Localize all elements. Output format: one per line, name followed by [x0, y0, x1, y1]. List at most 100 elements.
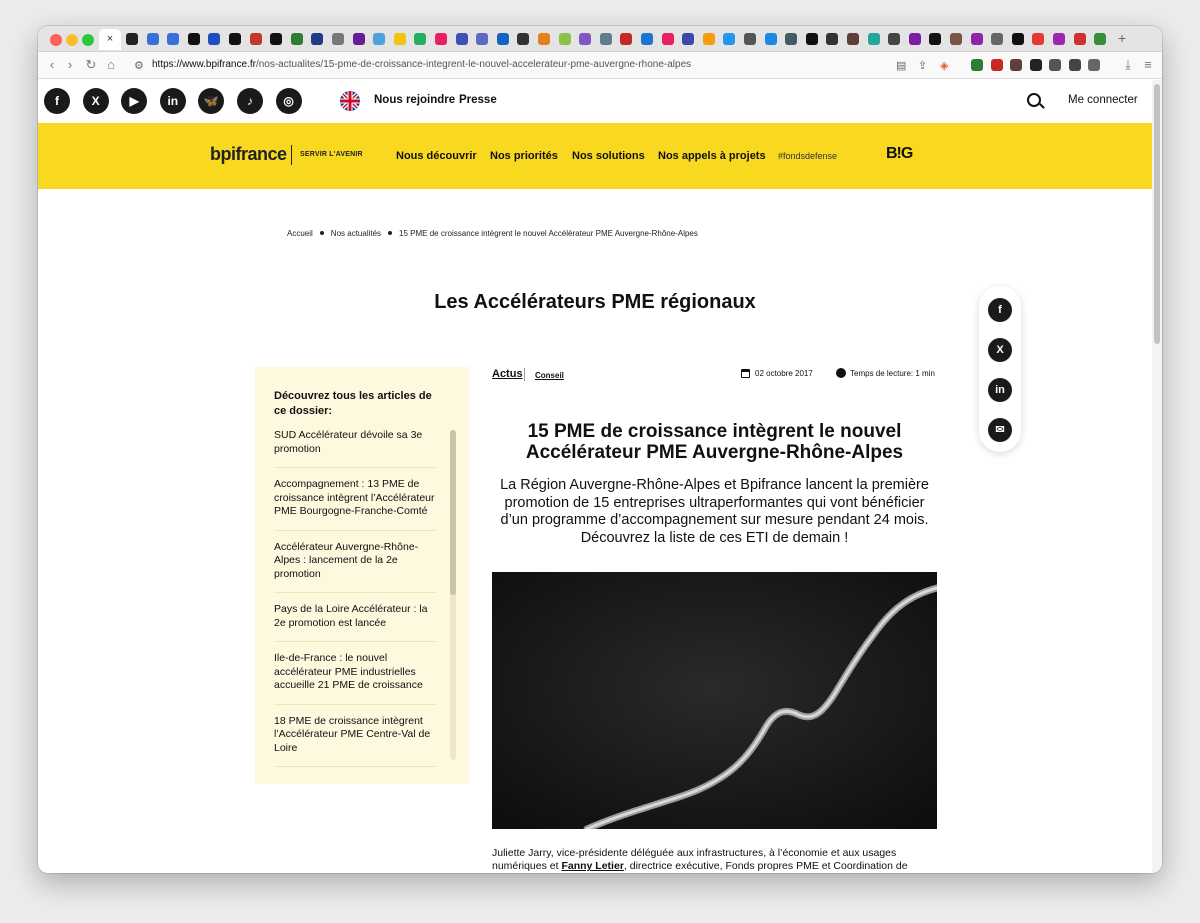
window-maximize-button[interactable]: [82, 34, 94, 46]
extension-icon[interactable]: [1010, 59, 1022, 71]
pinned-tab-favicon[interactable]: [805, 33, 818, 45]
new-tab-button[interactable]: +: [1118, 30, 1126, 46]
pinned-tab-favicon[interactable]: [126, 33, 138, 45]
forward-icon[interactable]: ›: [62, 57, 78, 73]
pinned-tab-favicon[interactable]: [970, 33, 983, 45]
pinned-tab-favicon[interactable]: [1053, 33, 1065, 45]
pinned-tab-favicon[interactable]: [991, 33, 1004, 45]
nav-nous-decouvrir[interactable]: Nous découvrir: [396, 150, 477, 162]
pinned-tab-favicon[interactable]: [187, 33, 200, 45]
linkedin-icon[interactable]: in: [159, 88, 186, 114]
pinned-tab-favicon[interactable]: [393, 33, 406, 45]
url-text[interactable]: https://www.bpifrance.fr/nos-actualites/…: [152, 59, 691, 70]
pinned-tab-favicon[interactable]: [867, 33, 880, 45]
sidebar-article-link[interactable]: Ile-de-France : le nouvel accélérateur P…: [274, 652, 436, 705]
nav-nos-priorites[interactable]: Nos priorités: [490, 150, 558, 162]
pinned-tab-favicon[interactable]: [661, 33, 674, 45]
window-close-button[interactable]: [50, 34, 62, 46]
pinned-tab-favicon[interactable]: [538, 33, 550, 45]
brave-shield-icon[interactable]: ◈: [940, 59, 948, 72]
home-icon[interactable]: ⌂: [103, 57, 119, 73]
pinned-tab-favicon[interactable]: [558, 33, 571, 45]
share-linkedin-icon[interactable]: in: [988, 378, 1012, 402]
share-icon[interactable]: ⇪: [918, 59, 927, 72]
pinned-tab-favicon[interactable]: [476, 33, 489, 45]
pinned-tab-favicon[interactable]: [332, 33, 344, 45]
pinned-tab-favicon[interactable]: [785, 33, 798, 45]
pinned-tab-favicon[interactable]: [950, 33, 962, 45]
pinned-tab-favicon[interactable]: [352, 33, 365, 45]
tag-link[interactable]: Conseil: [535, 371, 564, 380]
pinned-tab-favicon[interactable]: [208, 33, 221, 45]
x-icon[interactable]: X: [82, 88, 109, 114]
nav-appels-a-projets[interactable]: Nos appels à projets: [658, 150, 766, 162]
pinned-tab-favicon[interactable]: [929, 33, 942, 45]
youtube-icon[interactable]: ▶: [121, 88, 148, 114]
window-minimize-button[interactable]: [66, 34, 78, 46]
search-icon[interactable]: [1027, 93, 1041, 107]
downloads-icon[interactable]: ⤓: [1120, 57, 1136, 73]
tiktok-icon[interactable]: ♪: [237, 88, 263, 114]
pinned-tab-favicon[interactable]: [744, 33, 756, 45]
page-scroll-thumb[interactable]: [1154, 84, 1160, 344]
english-language-icon[interactable]: [340, 91, 360, 111]
category-link[interactable]: Actus: [492, 368, 523, 380]
pinned-tab-favicon[interactable]: [888, 33, 901, 45]
pinned-tab-favicon[interactable]: [579, 33, 592, 45]
pinned-tab-favicon[interactable]: [702, 33, 715, 45]
bpifrance-logo[interactable]: bpifrance: [210, 144, 287, 165]
extension-icon[interactable]: [1068, 59, 1081, 71]
extension-icon[interactable]: [971, 59, 983, 71]
share-email-icon[interactable]: ✉: [988, 418, 1012, 442]
breadcrumb-home[interactable]: Accueil: [287, 229, 313, 238]
pinned-tab-favicon[interactable]: [311, 33, 324, 45]
facebook-icon[interactable]: f: [44, 88, 70, 114]
menu-icon[interactable]: ≡: [1140, 57, 1156, 73]
pinned-tab-favicon[interactable]: [249, 33, 262, 45]
sidebar-article-list[interactable]: SUD Accélérateur dévoile sa 3e promotion…: [274, 429, 436, 767]
reader-mode-icon[interactable]: ▤: [896, 59, 906, 72]
pinned-tab-favicon[interactable]: [723, 33, 736, 45]
pinned-tab-favicon[interactable]: [517, 33, 530, 45]
active-tab-close-button[interactable]: ×: [99, 29, 121, 50]
back-icon[interactable]: ‹: [44, 57, 60, 73]
sidebar-article-link[interactable]: 18 PME de croissance intègrent l’Accélér…: [274, 715, 436, 767]
share-x-icon[interactable]: X: [988, 338, 1012, 362]
sidebar-scrollbar[interactable]: [450, 430, 456, 760]
pinned-tab-favicon[interactable]: [229, 33, 241, 45]
sidebar-article-link[interactable]: Accompagnement : 13 PME de croissance in…: [274, 478, 436, 531]
sidebar-scroll-thumb[interactable]: [450, 430, 456, 595]
page-scrollbar[interactable]: [1152, 80, 1162, 873]
extension-icon[interactable]: [1049, 59, 1061, 71]
extension-icon[interactable]: [990, 59, 1003, 71]
pinned-tab-favicon[interactable]: [167, 33, 180, 45]
pinned-tab-favicon[interactable]: [414, 33, 427, 45]
sidebar-article-link[interactable]: SUD Accélérateur dévoile sa 3e promotion: [274, 429, 436, 468]
pinned-tab-favicon[interactable]: [146, 33, 159, 45]
pinned-tab-favicon[interactable]: [847, 33, 859, 45]
extension-icon[interactable]: [1029, 59, 1042, 71]
sidebar-article-link[interactable]: Accélérateur Auvergne-Rhône-Alpes : lanc…: [274, 541, 436, 593]
breadcrumb-news[interactable]: Nos actualités: [331, 229, 381, 238]
pinned-tab-favicon[interactable]: [270, 33, 283, 45]
pinned-tab-favicon[interactable]: [764, 33, 777, 45]
address-bar[interactable]: ⚙ https://www.bpifrance.fr/nos-actualite…: [128, 55, 958, 76]
fondsdefense-link[interactable]: #fondsdefense: [778, 151, 837, 161]
bluesky-icon[interactable]: 🦋: [198, 88, 225, 114]
pinned-tab-favicon[interactable]: [682, 33, 695, 45]
extension-icon[interactable]: [1088, 59, 1100, 71]
pinned-tab-favicon[interactable]: [1094, 33, 1107, 45]
join-us-link[interactable]: Nous rejoindre: [374, 94, 455, 106]
pinned-tab-favicon[interactable]: [455, 33, 468, 45]
sidebar-article-link[interactable]: Pays de la Loire Accélérateur : la 2e pr…: [274, 603, 436, 642]
pinned-tab-favicon[interactable]: [908, 33, 921, 45]
pinned-tab-favicon[interactable]: [620, 33, 633, 45]
pinned-tab-favicon[interactable]: [373, 33, 386, 45]
reload-icon[interactable]: ↻: [83, 57, 99, 73]
pinned-tab-favicon[interactable]: [496, 33, 509, 45]
login-link[interactable]: Me connecter: [1068, 94, 1138, 106]
nav-nos-solutions[interactable]: Nos solutions: [572, 150, 645, 162]
pinned-tab-favicon[interactable]: [826, 33, 839, 45]
share-facebook-icon[interactable]: f: [988, 298, 1012, 322]
pinned-tab-favicon[interactable]: [599, 33, 612, 45]
